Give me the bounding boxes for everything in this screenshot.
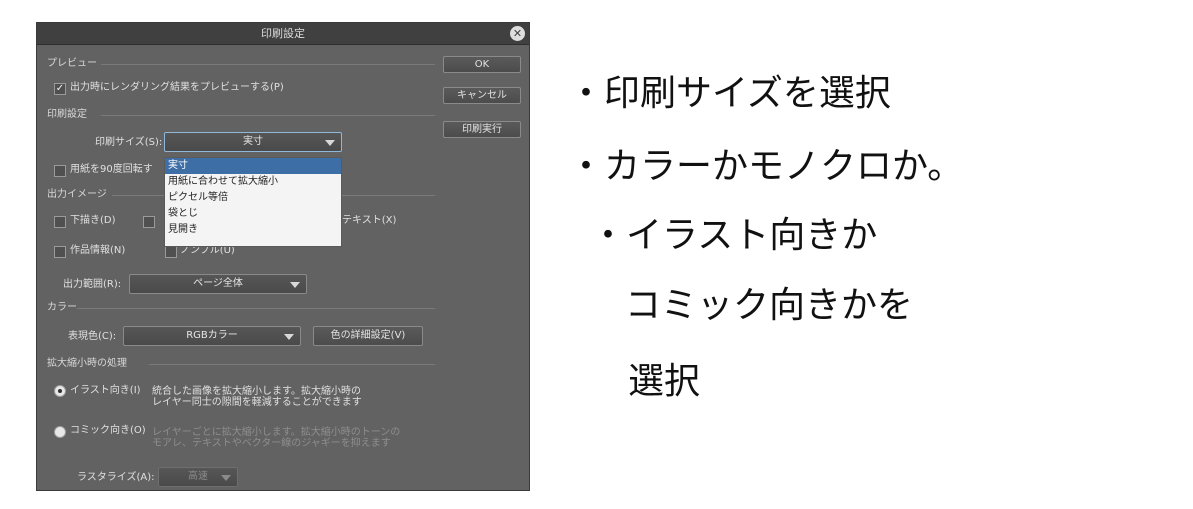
- color-expression-value: RGBカラー: [186, 330, 238, 341]
- draft-label: 下描き(D): [70, 215, 116, 226]
- print-size-select[interactable]: 実寸: [164, 132, 342, 152]
- dropdown-item[interactable]: 実寸: [165, 158, 341, 174]
- note-line3: ・イラスト向きか: [590, 215, 878, 256]
- cancel-button[interactable]: キャンセル: [443, 87, 521, 104]
- illust-desc-line1: 統合した画像を拡大縮小します。拡大縮小時の: [152, 386, 361, 397]
- section-preview: プレビュー: [47, 58, 97, 69]
- dropdown-item[interactable]: 袋とじ: [165, 206, 341, 222]
- print-settings-dialog: 印刷設定 ✕ OK キャンセル 印刷実行 プレビュー ✓ 出力時にレンダリング結…: [36, 22, 530, 491]
- divider: [101, 115, 435, 116]
- color-expression-select[interactable]: RGBカラー: [123, 326, 301, 346]
- draft-checkbox[interactable]: [54, 216, 66, 228]
- section-scaling: 拡大縮小時の処理: [47, 358, 127, 369]
- comic-radio[interactable]: [54, 426, 66, 438]
- color-detail-button[interactable]: 色の詳細設定(V): [313, 326, 423, 346]
- chevron-down-icon: [284, 334, 294, 340]
- note-line5: 選択: [628, 361, 701, 402]
- color-expression-label: 表現色(C):: [68, 331, 117, 342]
- illust-radio[interactable]: [54, 385, 66, 397]
- note-line2: ・カラーかモノクロか。: [568, 146, 964, 187]
- note-line1: ・印刷サイズを選択: [568, 73, 891, 114]
- note-line4: コミック向きかを: [625, 285, 914, 326]
- output-range-label: 出力範囲(R):: [63, 279, 122, 290]
- dialog-titlebar: 印刷設定 ✕: [37, 23, 529, 45]
- comic-label: コミック向き(O): [70, 425, 146, 436]
- output-range-select[interactable]: ページ全体: [129, 274, 307, 294]
- work-info-label: 作品情報(N): [70, 245, 126, 256]
- chevron-down-icon: [221, 475, 231, 481]
- section-print-settings: 印刷設定: [47, 109, 87, 120]
- print-size-label: 印刷サイズ(S):: [95, 137, 163, 148]
- checkmark-icon: ✓: [55, 83, 65, 94]
- render-preview-checkbox[interactable]: ✓: [54, 83, 66, 95]
- section-color: カラー: [47, 302, 77, 313]
- close-icon[interactable]: ✕: [510, 26, 525, 41]
- chevron-down-icon: [325, 140, 335, 146]
- illust-desc-line2: レイヤー同士の隙間を軽減することができます: [152, 397, 362, 408]
- illust-label: イラスト向き(I): [70, 385, 141, 396]
- print-execute-button[interactable]: 印刷実行: [443, 121, 521, 138]
- print-size-value: 実寸: [243, 136, 263, 147]
- dropdown-item[interactable]: 用紙に合わせて拡大縮小: [165, 174, 341, 190]
- work-info-checkbox[interactable]: [54, 246, 66, 258]
- comic-desc-line2: モアレ、テキストやベクター線のジャギーを抑えます: [152, 438, 391, 449]
- dialog-title: 印刷設定: [261, 27, 305, 40]
- rotate-90-label: 用紙を90度回転す: [70, 164, 153, 175]
- rotate-90-checkbox[interactable]: [54, 165, 66, 177]
- divider: [77, 308, 435, 309]
- section-output-image: 出力イメージ: [47, 189, 107, 200]
- dropdown-item[interactable]: ピクセル等倍: [165, 190, 341, 206]
- rasterize-value: 高速: [188, 471, 208, 482]
- hidden-checkbox[interactable]: [143, 216, 155, 228]
- render-preview-label: 出力時にレンダリング結果をプレビューする(P): [70, 82, 284, 93]
- comic-desc-line1: レイヤーごとに拡大縮小します。拡大縮小時のトーンの: [152, 427, 401, 438]
- rasterize-label: ラスタライズ(A):: [77, 472, 155, 483]
- output-range-value: ページ全体: [193, 278, 243, 289]
- ok-button[interactable]: OK: [443, 56, 521, 73]
- rasterize-select[interactable]: 高速: [158, 467, 238, 487]
- divider: [101, 64, 435, 65]
- chevron-down-icon: [290, 282, 300, 288]
- divider: [149, 364, 435, 365]
- print-size-dropdown: 実寸 用紙に合わせて拡大縮小 ピクセル等倍 袋とじ 見開き: [164, 157, 342, 247]
- dropdown-item[interactable]: 見開き: [165, 222, 341, 238]
- text-label: テキスト(X): [342, 215, 397, 226]
- nombre-checkbox[interactable]: [165, 246, 177, 258]
